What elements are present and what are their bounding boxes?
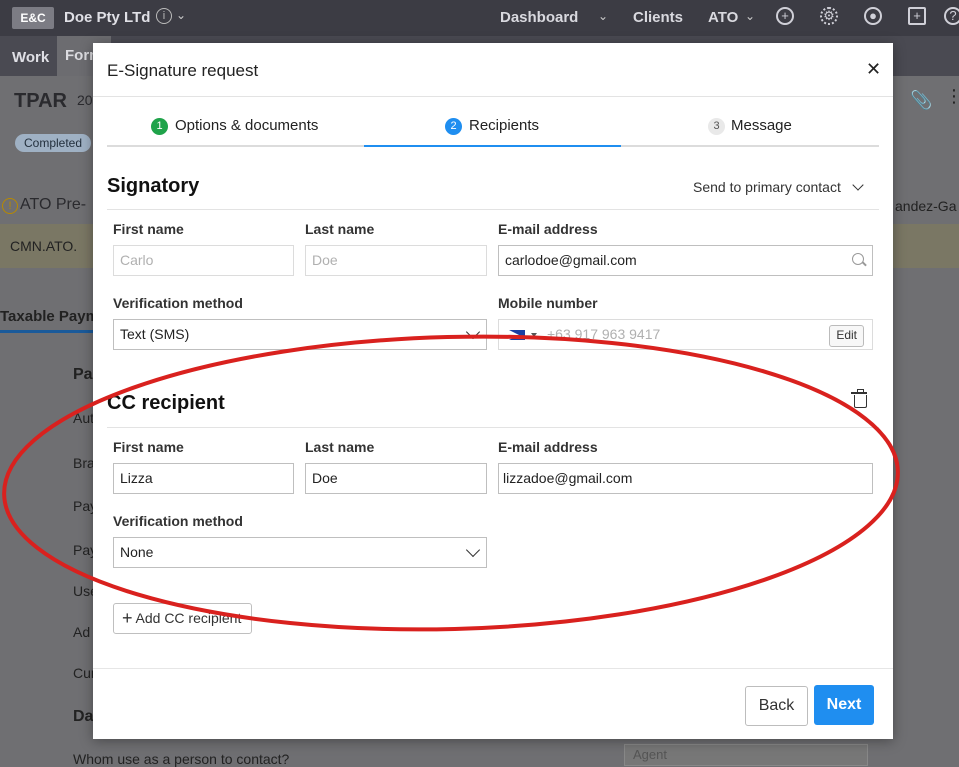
close-icon[interactable]: ✕ xyxy=(866,59,881,80)
help-icon[interactable]: ? xyxy=(944,7,959,25)
assignee-text: andez-Ga xyxy=(895,198,957,214)
chevron-down-icon xyxy=(852,179,864,191)
cc-recipient-title: CC recipient xyxy=(107,392,225,414)
tab-work[interactable]: Work xyxy=(12,49,49,66)
stepper: 1 Options & documents 2 Recipients 3 Mes… xyxy=(107,107,879,147)
step-message[interactable]: 3 Message xyxy=(621,107,878,145)
user-icon[interactable]: ● xyxy=(864,7,882,25)
chevron-down-icon xyxy=(465,324,481,340)
last-name-label: Last name xyxy=(305,439,375,455)
warning-icon: ! xyxy=(2,198,18,214)
signatory-title: Signatory xyxy=(107,175,200,197)
bg-row-label: Whom use as a person to contact? xyxy=(73,751,290,767)
step-number: 2 xyxy=(445,118,462,135)
step-number: 3 xyxy=(708,118,725,135)
signatory-verification-value: Text (SMS) xyxy=(120,326,190,342)
more-icon[interactable]: ⋮ xyxy=(945,86,959,107)
verification-method-label: Verification method xyxy=(113,295,243,311)
bg-row-label: Aut xyxy=(73,410,95,426)
last-name-label: Last name xyxy=(305,221,375,237)
signatory-email-value: carlodoe@gmail.com xyxy=(505,252,637,268)
email-label: E-mail address xyxy=(498,439,598,455)
back-button[interactable]: Back xyxy=(745,686,808,726)
modal-header: E-Signature request ✕ xyxy=(93,43,893,97)
trash-icon[interactable] xyxy=(851,389,867,408)
edit-mobile-button[interactable]: Edit xyxy=(829,325,864,347)
chevron-down-icon[interactable]: ⌄ xyxy=(745,9,755,23)
agent-select[interactable]: Agent xyxy=(624,744,868,766)
cc-first-name-input[interactable]: Lizza xyxy=(113,463,294,494)
mobile-number-label: Mobile number xyxy=(498,295,598,311)
esignature-modal: E-Signature request ✕ 1 Options & docume… xyxy=(93,43,893,739)
page-title-suffix: 20 xyxy=(77,92,93,108)
add-cc-label: Add CC recipient xyxy=(135,610,242,626)
mobile-number-placeholder: +63 917 963 9417 xyxy=(547,326,661,342)
nav-ato[interactable]: ATO xyxy=(708,9,738,26)
step-label: Recipients xyxy=(469,117,540,134)
nav-clients[interactable]: Clients xyxy=(633,9,683,26)
chevron-down-icon[interactable]: ⌄ xyxy=(598,9,608,23)
top-bar: E&C Doe Pty LTd i ⌄ Dashboard ⌄ Clients … xyxy=(0,0,959,36)
warning-text: ATO Pre- xyxy=(20,196,87,213)
divider xyxy=(107,209,879,210)
cc-verification-value: None xyxy=(120,544,154,560)
warning-row-text: CMN.ATO. xyxy=(10,238,78,254)
email-label: E-mail address xyxy=(498,221,598,237)
search-icon[interactable] xyxy=(852,253,864,265)
app-logo: E&C xyxy=(12,7,54,29)
step-number: 1 xyxy=(151,118,168,135)
modal-footer-divider xyxy=(93,668,893,669)
modal-title: E-Signature request xyxy=(107,61,259,80)
send-to-label: Send to primary contact xyxy=(693,179,841,195)
first-name-label: First name xyxy=(113,221,184,237)
flag-icon[interactable] xyxy=(509,330,525,340)
first-name-label: First name xyxy=(113,439,184,455)
divider xyxy=(107,427,879,428)
status-badge: Completed xyxy=(15,134,92,152)
info-icon[interactable]: i xyxy=(156,8,172,24)
send-to-dropdown[interactable]: Send to primary contact xyxy=(693,179,864,195)
page-title: TPAR xyxy=(14,90,67,112)
plus-icon: + xyxy=(122,608,133,628)
gear-icon[interactable]: ⚙ xyxy=(820,7,838,25)
signatory-first-name-input[interactable]: Carlo xyxy=(113,245,294,276)
cc-email-input[interactable]: lizzadoe@gmail.com xyxy=(498,463,873,494)
signatory-verification-select[interactable]: Text (SMS) xyxy=(113,319,487,350)
verification-method-label: Verification method xyxy=(113,513,243,529)
cc-verification-select[interactable]: None xyxy=(113,537,487,568)
bg-section-heading: Pa xyxy=(73,366,93,383)
cc-last-name-input[interactable]: Doe xyxy=(305,463,487,494)
tab-taxable-payments[interactable]: Taxable Paym xyxy=(0,308,99,333)
step-options-documents[interactable]: 1 Options & documents xyxy=(107,107,364,145)
bg-row-label: Bra xyxy=(73,455,95,471)
next-button[interactable]: Next xyxy=(814,685,874,725)
step-recipients[interactable]: 2 Recipients xyxy=(364,107,621,147)
signatory-last-name-input[interactable]: Doe xyxy=(305,245,487,276)
paperclip-icon[interactable]: 📎 xyxy=(910,90,932,111)
add-icon[interactable]: + xyxy=(776,7,794,25)
step-label: Message xyxy=(731,117,792,134)
bg-section-heading: Da xyxy=(73,708,94,725)
nav-dashboard[interactable]: Dashboard xyxy=(500,9,578,26)
signatory-email-input[interactable]: carlodoe@gmail.com xyxy=(498,245,873,276)
gift-icon[interactable]: + xyxy=(908,7,926,25)
step-label: Options & documents xyxy=(175,117,319,134)
company-name[interactable]: Doe Pty LTd xyxy=(64,9,150,26)
mobile-number-input[interactable]: +63 917 963 9417 Edit xyxy=(498,319,873,350)
bg-row-label: Ad xyxy=(73,624,91,640)
add-cc-recipient-button[interactable]: + Add CC recipient xyxy=(113,603,253,634)
caret-down-icon[interactable] xyxy=(531,333,537,337)
chevron-down-icon[interactable]: ⌄ xyxy=(176,8,186,22)
chevron-down-icon xyxy=(465,542,481,558)
